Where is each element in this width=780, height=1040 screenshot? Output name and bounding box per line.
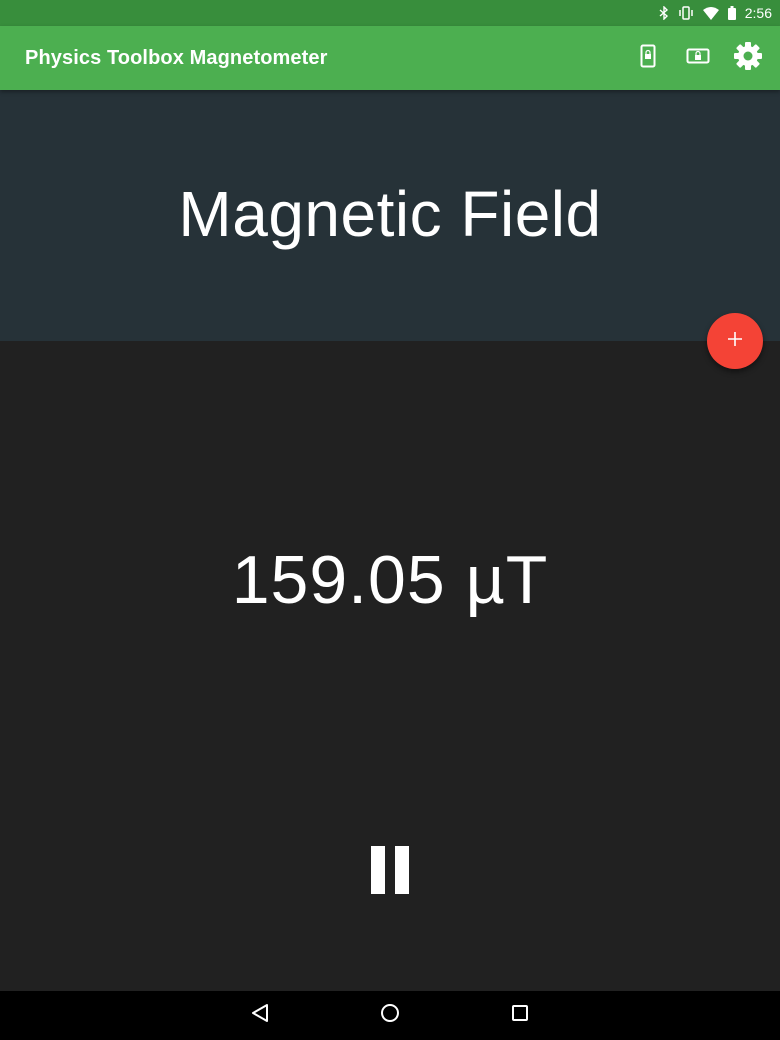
pause-bar-right <box>395 846 409 894</box>
system-nav-bar <box>0 991 780 1040</box>
settings-button[interactable] <box>724 34 772 82</box>
pause-bar-left <box>371 846 385 894</box>
portrait-lock-icon <box>640 44 656 73</box>
wifi-icon <box>702 6 719 20</box>
settings-gear-icon <box>733 41 763 76</box>
landscape-lock-button[interactable] <box>674 34 722 82</box>
pause-button[interactable] <box>362 838 418 902</box>
bluetooth-icon <box>659 6 669 20</box>
home-icon <box>380 1003 400 1028</box>
portrait-lock-button[interactable] <box>624 34 672 82</box>
status-bar: 2:56 <box>0 0 780 26</box>
main-reading-area: 159.05 µT <box>0 341 780 991</box>
pause-icon <box>366 846 414 894</box>
header-panel: Magnetic Field <box>0 90 780 341</box>
magnetic-field-reading: 159.05 µT <box>231 542 549 618</box>
status-time: 2:56 <box>744 5 772 21</box>
landscape-lock-icon <box>686 48 710 69</box>
page-title: Magnetic Field <box>178 177 602 250</box>
app-title: Physics Toolbox Magnetometer <box>25 46 328 69</box>
app-bar-actions <box>624 34 772 82</box>
home-button[interactable] <box>374 1000 406 1032</box>
battery-icon <box>727 6 736 20</box>
recents-icon <box>511 1004 529 1027</box>
plus-icon <box>727 331 743 352</box>
back-button[interactable] <box>244 1000 276 1032</box>
back-icon <box>251 1003 269 1028</box>
vibrate-icon <box>678 6 694 20</box>
app-screen: 2:56 Physics Toolbox Magnetometer Magnet… <box>0 0 780 1040</box>
recents-button[interactable] <box>504 1000 536 1032</box>
add-fab-button[interactable] <box>707 313 763 369</box>
app-bar: Physics Toolbox Magnetometer <box>0 26 780 90</box>
